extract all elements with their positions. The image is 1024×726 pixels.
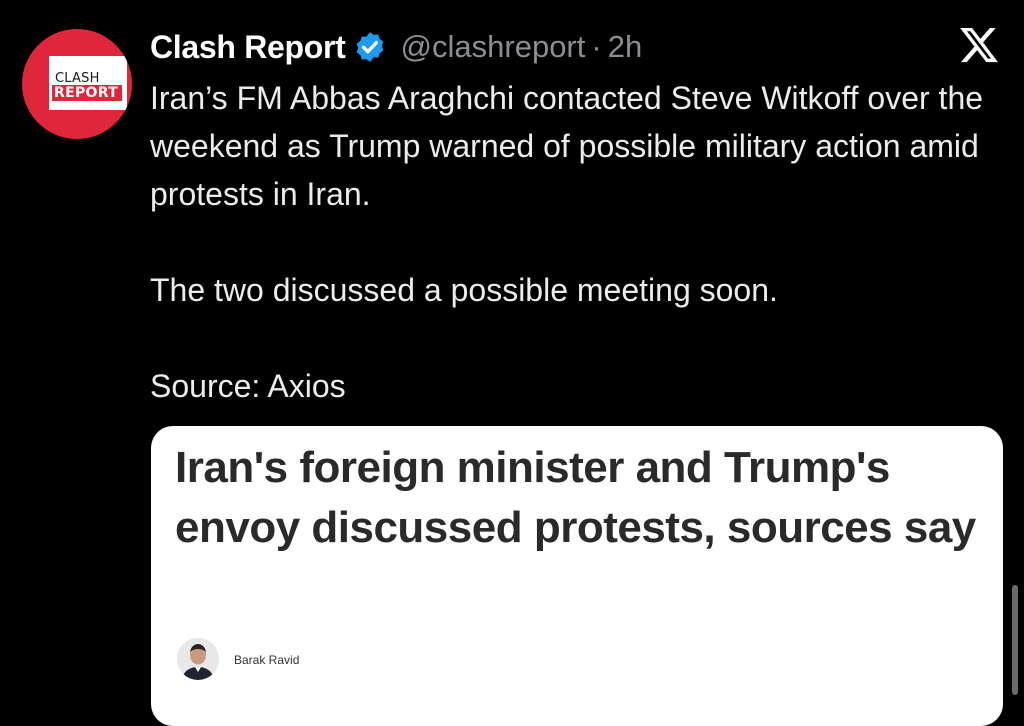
link-preview-card[interactable]: Iran's foreign minister and Trump's envo… bbox=[151, 426, 1003, 726]
tweet[interactable]: CLASH REPORT Clash Report @clashreport ·… bbox=[0, 0, 1024, 726]
card-headline: Iran's foreign minister and Trump's envo… bbox=[175, 443, 976, 552]
verified-badge-icon bbox=[356, 32, 383, 62]
display-name[interactable]: Clash Report bbox=[150, 29, 346, 66]
author-avatar bbox=[177, 638, 219, 680]
post-time[interactable]: 2h bbox=[608, 29, 642, 65]
avatar-logo-report-band: REPORT bbox=[52, 85, 122, 101]
author-photo-icon bbox=[177, 638, 219, 680]
avatar[interactable]: CLASH REPORT bbox=[22, 29, 132, 139]
user-handle[interactable]: @clashreport bbox=[401, 29, 586, 65]
meta-separator: · bbox=[591, 29, 602, 64]
x-logo-icon bbox=[960, 27, 998, 63]
avatar-logo-clash: CLASH bbox=[55, 71, 100, 86]
tweet-header: Clash Report @clashreport · 2h bbox=[150, 24, 642, 70]
avatar-logo-report: REPORT bbox=[54, 85, 119, 101]
scrollbar[interactable] bbox=[1012, 585, 1018, 695]
tweet-text: Iran’s FM Abbas Araghchi contacted Steve… bbox=[150, 74, 1010, 410]
author-name: Barak Ravid bbox=[234, 653, 300, 667]
tweet-paragraph: Iran’s FM Abbas Araghchi contacted Steve… bbox=[150, 80, 984, 212]
tweet-paragraph: Source: Axios bbox=[150, 368, 346, 404]
tweet-paragraph: The two discussed a possible meeting soo… bbox=[150, 272, 778, 308]
